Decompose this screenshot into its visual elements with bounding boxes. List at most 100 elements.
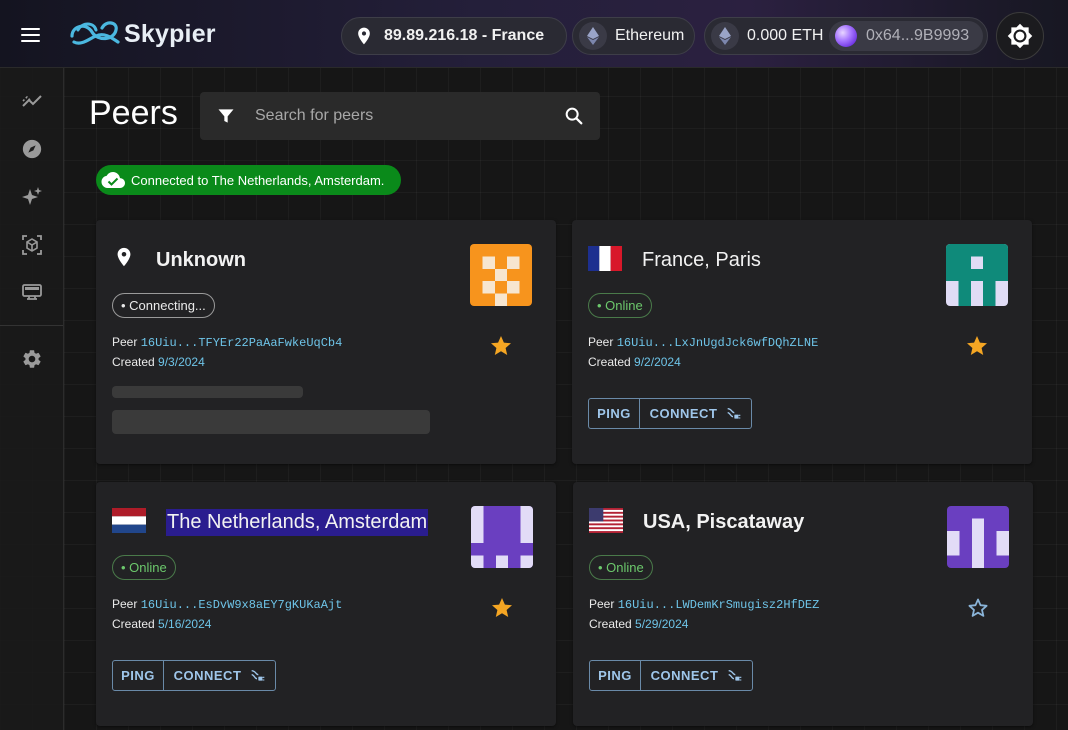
favorite-star-icon[interactable] xyxy=(490,596,514,620)
identicon-icon xyxy=(471,506,533,568)
peer-label: Peer xyxy=(112,597,138,611)
filter-icon[interactable] xyxy=(216,106,236,126)
ethereum-icon xyxy=(711,22,739,50)
location-pin-icon xyxy=(358,27,370,45)
status-badge: • Online xyxy=(112,555,176,580)
peer-id[interactable]: 16Uiu...LWDemKrSmugisz2HfDEZ xyxy=(618,598,820,612)
trending-chart-icon xyxy=(22,95,42,107)
ping-button[interactable]: PING xyxy=(113,661,163,690)
created-line: Created 9/3/2024 xyxy=(112,355,205,369)
identicon-icon xyxy=(470,244,532,306)
wallet-pill[interactable]: 0.000 ETH 0x64...9B9993 xyxy=(704,17,988,55)
top-bar: Skypier 89.89.216.18 - France Ethereum 0… xyxy=(0,0,1068,68)
sidebar-item-nodes[interactable] xyxy=(14,275,50,311)
identicon-icon xyxy=(946,244,1008,306)
plug-connect-icon xyxy=(251,669,265,681)
peer-id-line: Peer 16Uiu...LxJnUgdJck6wfDQhZLNE xyxy=(588,335,818,350)
favorite-star-outline-icon[interactable] xyxy=(966,596,990,620)
peer-location: USA, Piscataway xyxy=(643,511,805,533)
loading-skeleton xyxy=(112,386,303,398)
location-pin-icon xyxy=(117,247,131,267)
favorite-star-icon[interactable] xyxy=(489,334,513,358)
plug-connect-icon xyxy=(727,407,741,419)
search-icon[interactable] xyxy=(563,105,585,127)
created-line: Created 5/16/2024 xyxy=(112,617,211,631)
sidebar-item-3d[interactable] xyxy=(14,227,50,263)
sidebar-item-ai[interactable] xyxy=(14,179,50,215)
sidebar xyxy=(0,68,64,730)
peer-card: USA, Piscataway • Online Peer 16Uiu...LW… xyxy=(573,482,1033,726)
created-label: Created xyxy=(112,355,155,369)
brand-name: Skypier xyxy=(124,20,216,48)
wallet-address-chip[interactable]: 0x64...9B9993 xyxy=(829,21,983,51)
peer-id-line: Peer 16Uiu...LWDemKrSmugisz2HfDEZ xyxy=(589,597,819,612)
peer-id-line: Peer 16Uiu...TFYEr22PaAaFwkeUqCb4 xyxy=(112,335,342,350)
connect-label: CONNECT xyxy=(649,406,718,421)
peer-id[interactable]: 16Uiu...TFYEr22PaAaFwkeUqCb4 xyxy=(141,336,343,350)
sidebar-divider xyxy=(0,325,63,326)
server-icon xyxy=(22,284,42,300)
peer-id-line: Peer 16Uiu...EsDvW9x8aEY7gKUKaAjt xyxy=(112,597,342,612)
flag-netherlands-icon xyxy=(112,508,146,533)
peer-label: Peer xyxy=(588,335,614,349)
cube-scan-icon xyxy=(22,235,42,255)
flag-usa-icon xyxy=(589,508,623,533)
logo-icon xyxy=(70,21,120,45)
network-text: Ethereum xyxy=(615,27,685,44)
plug-connect-icon xyxy=(728,669,742,681)
created-date: 5/16/2024 xyxy=(158,617,212,631)
hamburger-menu-icon[interactable] xyxy=(18,22,44,48)
peer-actions: PING CONNECT xyxy=(588,398,752,429)
cloud-check-icon xyxy=(101,172,125,188)
sidebar-item-explore[interactable] xyxy=(14,131,50,167)
balance-text: 0.000 ETH xyxy=(747,27,824,44)
peer-id[interactable]: 16Uiu...EsDvW9x8aEY7gKUKaAjt xyxy=(141,598,343,612)
peer-label: Peer xyxy=(112,335,138,349)
peer-avatar xyxy=(946,244,1008,306)
sidebar-item-analytics[interactable] xyxy=(14,83,50,119)
gear-icon xyxy=(23,350,41,368)
wallet-address: 0x64...9B9993 xyxy=(866,27,970,44)
theme-toggle-button[interactable] xyxy=(996,12,1044,60)
identicon-icon xyxy=(947,506,1009,568)
status-badge: • Online xyxy=(588,293,652,318)
search-bar xyxy=(200,92,600,140)
connect-button[interactable]: CONNECT xyxy=(639,399,751,428)
connection-status-badge: Connected to The Netherlands, Amsterdam. xyxy=(96,165,401,195)
network-pill[interactable]: Ethereum xyxy=(572,17,695,55)
flag-france-icon xyxy=(588,246,622,271)
favorite-star-icon[interactable] xyxy=(965,334,989,358)
ping-button[interactable]: PING xyxy=(589,399,639,428)
connect-label: CONNECT xyxy=(173,668,242,683)
ping-button[interactable]: PING xyxy=(590,661,640,690)
compass-icon xyxy=(22,139,42,159)
peer-actions: PING CONNECT xyxy=(589,660,753,691)
created-line: Created 5/29/2024 xyxy=(589,617,688,631)
search-input[interactable] xyxy=(255,104,545,128)
sidebar-item-settings[interactable] xyxy=(14,341,50,377)
peer-avatar xyxy=(471,506,533,568)
location-pill[interactable]: 89.89.216.18 - France xyxy=(341,17,567,55)
peer-card: Unknown • Connecting... Peer 16Uiu...TFY… xyxy=(96,220,556,464)
peer-avatar xyxy=(470,244,532,306)
created-label: Created xyxy=(588,355,631,369)
sparkles-icon xyxy=(22,187,42,205)
peer-actions: PING CONNECT xyxy=(112,660,276,691)
connect-button[interactable]: CONNECT xyxy=(640,661,752,690)
peer-label: Peer xyxy=(589,597,615,611)
created-label: Created xyxy=(589,617,632,631)
created-date: 9/3/2024 xyxy=(158,355,205,369)
created-label: Created xyxy=(112,617,155,631)
status-badge: • Online xyxy=(589,555,653,580)
page-title: Peers xyxy=(89,94,178,132)
loading-skeleton xyxy=(112,410,430,434)
ethereum-icon xyxy=(579,22,607,50)
brightness-icon xyxy=(1007,23,1033,49)
peer-id[interactable]: 16Uiu...LxJnUgdJck6wfDQhZLNE xyxy=(617,336,819,350)
peer-location: The Netherlands, Amsterdam xyxy=(166,509,429,536)
connection-status-text: Connected to The Netherlands, Amsterdam. xyxy=(131,172,385,188)
created-date: 5/29/2024 xyxy=(635,617,689,631)
created-date: 9/2/2024 xyxy=(634,355,681,369)
peer-avatar xyxy=(947,506,1009,568)
connect-button[interactable]: CONNECT xyxy=(163,661,275,690)
